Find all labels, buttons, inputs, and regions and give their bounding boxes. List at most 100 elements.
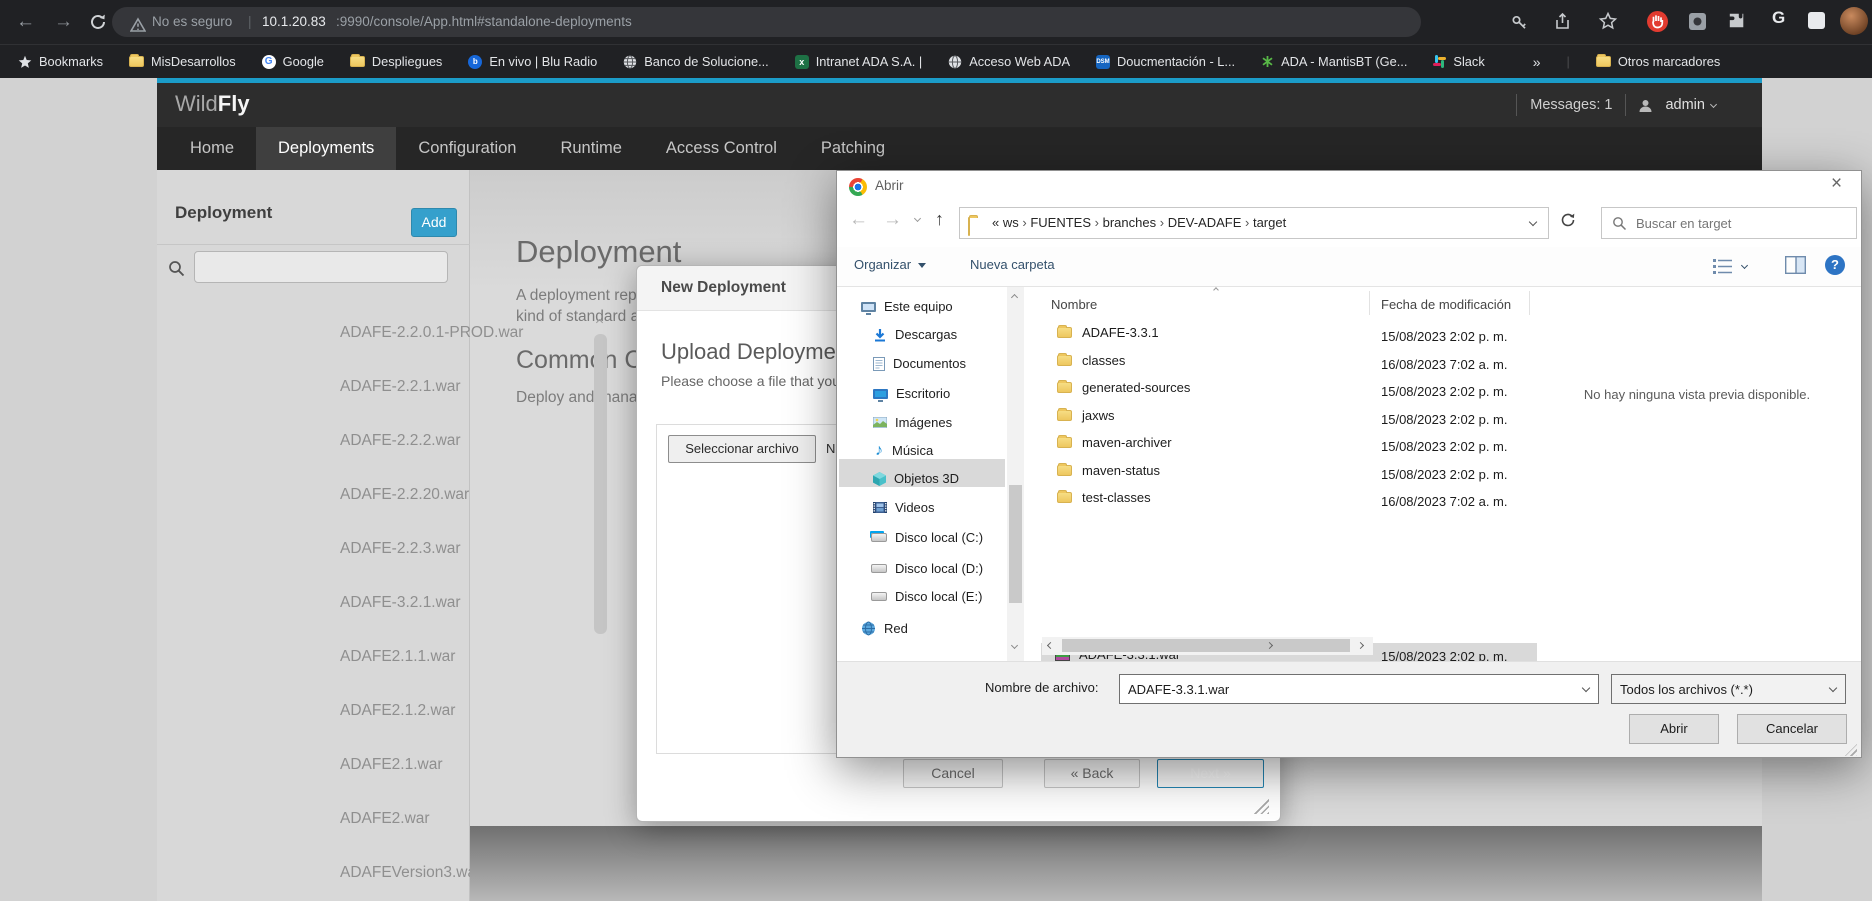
tab-deployments[interactable]: Deployments	[256, 127, 396, 170]
extension-icon[interactable]	[1688, 12, 1707, 36]
breadcrumb-segment[interactable]: branches	[1103, 215, 1156, 230]
breadcrumb-segment[interactable]: target	[1253, 215, 1286, 230]
filetype-caret[interactable]	[1829, 684, 1837, 692]
bookmark-item[interactable]: DSM Doucmentación - L...	[1096, 54, 1235, 69]
tab-patching[interactable]: Patching	[799, 127, 907, 170]
tab-configuration[interactable]: Configuration	[396, 127, 538, 170]
view-options-icon[interactable]	[1713, 257, 1733, 280]
column-date[interactable]: Fecha de modificación	[1381, 297, 1511, 312]
file-row[interactable]: ADAFE-3.3.1	[1057, 325, 1159, 340]
tree-item-disco-e[interactable]: Disco local (E:)	[871, 589, 982, 604]
breadcrumb-segment[interactable]: DEV-ADAFE	[1168, 215, 1242, 230]
deployment-list-item[interactable]: ADAFE2.1.1.war	[340, 648, 600, 668]
tree-item-disco-c[interactable]: Disco local (C:)	[871, 530, 983, 545]
deployment-list-item[interactable]: ADAFE-2.2.3.war	[340, 540, 600, 560]
bookmark-item[interactable]: b En vivo | Blu Radio	[468, 54, 597, 69]
sidebar-search-input[interactable]	[194, 251, 448, 283]
list-horizontal-scrollbar[interactable]	[1042, 637, 1373, 655]
tree-scrollbar[interactable]	[1007, 287, 1024, 661]
filename-combobox[interactable]	[1119, 674, 1599, 704]
new-folder-button[interactable]: Nueva carpeta	[970, 257, 1055, 272]
n av-up-icon[interactable]: ↑	[935, 209, 944, 230]
bookmark-item[interactable]: Acceso Web ADA	[948, 54, 1070, 69]
file-row[interactable]: maven-status	[1057, 463, 1160, 478]
nav-history-caret[interactable]	[914, 215, 921, 222]
bookmarks-overflow[interactable]: »	[1533, 54, 1541, 70]
user-menu[interactable]: admin	[1665, 97, 1716, 113]
filetype-combobox[interactable]: Todos los archivos (*.*)	[1611, 674, 1846, 704]
file-row[interactable]: maven-archiver	[1057, 435, 1172, 450]
dialog-resize-grip[interactable]	[1845, 744, 1857, 756]
deployment-list-item[interactable]: ADAFE-2.2.2.war	[340, 432, 600, 452]
tab-runtime[interactable]: Runtime	[538, 127, 643, 170]
forward-icon[interactable]: →	[54, 7, 73, 37]
tree-item-red[interactable]: Red	[861, 621, 908, 636]
file-row[interactable]: test-classes	[1057, 490, 1151, 505]
close-icon[interactable]: ×	[1831, 173, 1842, 195]
share-icon[interactable]	[1554, 12, 1573, 36]
refresh-icon[interactable]	[1559, 211, 1577, 234]
filename-caret[interactable]	[1582, 684, 1590, 692]
file-row[interactable]: classes	[1057, 353, 1125, 368]
bookmark-item[interactable]: ADA - MantisBT (Ge...	[1261, 54, 1407, 69]
back-icon[interactable]: ←	[16, 7, 35, 37]
other-bookmarks[interactable]: Otros marcadores	[1596, 54, 1720, 69]
tab-access-control[interactable]: Access Control	[644, 127, 799, 170]
cancel-button[interactable]: Cancel	[903, 759, 1003, 788]
nav-back-icon[interactable]: ←	[849, 209, 868, 231]
deployment-list-item[interactable]: ADAFE-2.2.1.war	[340, 378, 600, 398]
bookmark-item[interactable]: Banco de Solucione...	[623, 54, 769, 69]
search-box[interactable]	[1601, 207, 1857, 239]
white-extension-icon[interactable]	[1808, 12, 1825, 29]
file-row[interactable]: generated-sources	[1057, 380, 1190, 395]
dialog-cancel-button[interactable]: Cancelar	[1737, 714, 1847, 744]
bookmark-item[interactable]: Slack	[1433, 54, 1484, 69]
help-icon[interactable]: ?	[1825, 255, 1845, 275]
modal-resize-grip[interactable]	[1253, 798, 1269, 814]
column-name[interactable]: Nombre	[1051, 297, 1097, 312]
bookmark-item[interactable]: Bookmarks	[18, 54, 103, 69]
extensions-puzzle-icon[interactable]	[1728, 12, 1747, 36]
open-button[interactable]: Abrir	[1629, 714, 1719, 744]
bookmark-item[interactable]: MisDesarrollos	[129, 54, 236, 69]
deployment-list-item[interactable]: ADAFE2.1.war	[340, 756, 600, 776]
deployment-list-item[interactable]: ADAFE-2.2.20.war	[340, 486, 600, 506]
choose-file-button[interactable]: Seleccionar archivo	[668, 435, 816, 463]
bookmark-star-icon[interactable]	[1598, 11, 1618, 36]
tab-home[interactable]: Home	[168, 127, 256, 170]
file-row[interactable]: jaxws	[1057, 408, 1115, 423]
add-button[interactable]: Add	[411, 208, 457, 237]
messages-indicator[interactable]: Messages: 1	[1530, 97, 1612, 113]
address-breadcrumb[interactable]: « ws › FUENTES › branches › DEV-ADAFE › …	[959, 207, 1549, 239]
tree-item-videos[interactable]: Videos	[873, 500, 935, 515]
filename-input[interactable]	[1126, 676, 1566, 702]
deployment-list-item[interactable]: ADAFE2.1.2.war	[340, 702, 600, 722]
next-button[interactable]: Next »	[1157, 759, 1264, 788]
organize-menu[interactable]: Organizar	[854, 257, 926, 272]
deployment-list-item[interactable]: ADAFE-2.2.0.1-PROD.war	[340, 324, 600, 344]
breadcrumb-segment[interactable]: FUENTES	[1030, 215, 1091, 230]
password-key-icon[interactable]	[1510, 13, 1528, 36]
profile-avatar[interactable]	[1840, 7, 1868, 35]
view-options-caret[interactable]	[1741, 262, 1748, 269]
g-extension-icon[interactable]: G	[1772, 8, 1785, 28]
tree-item-documentos[interactable]: Documentos	[873, 356, 966, 371]
bookmark-item[interactable]: x Intranet ADA S.A. |	[795, 54, 922, 69]
tree-item-escritorio[interactable]: Escritorio	[873, 386, 950, 401]
security-warning[interactable]: No es seguro	[152, 7, 232, 37]
preview-pane-icon[interactable]	[1785, 256, 1806, 279]
search-input[interactable]	[1634, 209, 1849, 237]
bookmark-item[interactable]: Despliegues	[350, 54, 442, 69]
tree-item-disco-d[interactable]: Disco local (D:)	[871, 561, 983, 576]
breadcrumb-segment[interactable]: ws	[1003, 215, 1019, 230]
back-button[interactable]: « Back	[1044, 759, 1140, 788]
deployment-list-item[interactable]: ADAFE-3.2.1.war	[340, 594, 600, 614]
address-bar[interactable]: No es seguro | 10.1.20.83 :9990/console/…	[112, 7, 1421, 37]
tree-item-este-equipo[interactable]: Este equipo	[861, 299, 953, 314]
adblock-hand-icon[interactable]	[1646, 10, 1669, 38]
tree-item-objetos-3d[interactable]: Objetos 3D	[873, 471, 959, 486]
tree-item-descargas[interactable]: Descargas	[873, 327, 957, 342]
tree-item-musica[interactable]: ♪Música	[875, 443, 933, 458]
bookmark-item[interactable]: G Google	[262, 54, 324, 69]
address-dropdown-caret[interactable]	[1529, 218, 1537, 226]
